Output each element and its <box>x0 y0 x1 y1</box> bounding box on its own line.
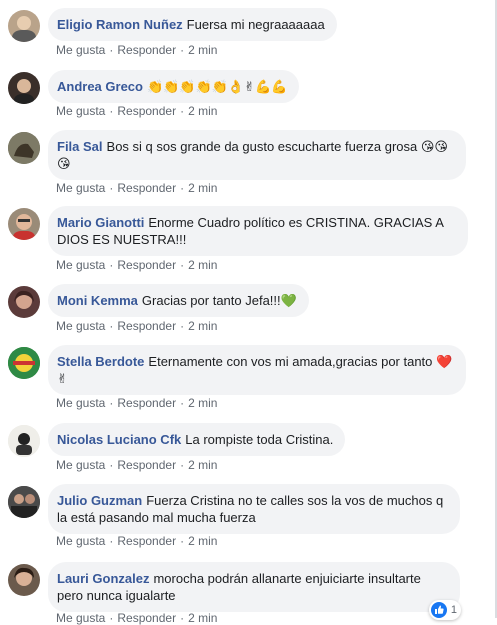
timestamp[interactable]: 2 min <box>188 258 217 272</box>
reply-link[interactable]: Responder <box>117 319 176 333</box>
comment-bubble: Eligio Ramon Nuñez Fuersa mi negraaaaaaa <box>48 8 337 41</box>
comment-bubble: Mario Gianotti Enorme Cuadro político es … <box>48 206 468 256</box>
separator: · <box>180 611 185 625</box>
reply-link[interactable]: Responder <box>117 43 176 57</box>
comment-text: Fuersa mi negraaaaaaa <box>186 17 325 32</box>
like-link[interactable]: Me gusta <box>56 534 105 548</box>
like-link[interactable]: Me gusta <box>56 181 105 195</box>
avatar[interactable] <box>8 72 40 104</box>
comment-actions: Me gusta · Responder · 2 min <box>56 319 217 333</box>
avatar[interactable] <box>8 425 40 457</box>
comment-author[interactable]: Lauri Gonzalez <box>57 571 149 586</box>
timestamp[interactable]: 2 min <box>188 534 217 548</box>
comment-actions: Me gusta · Responder · 2 min <box>56 611 217 625</box>
like-link[interactable]: Me gusta <box>56 104 105 118</box>
comment-bubble: Fila Sal Bos si q sos grande da gusto esc… <box>48 130 466 180</box>
comment-bubble: Stella Berdote Eternamente con vos mi ama… <box>48 345 466 395</box>
comment-actions: Me gusta · Responder · 2 min <box>56 43 217 57</box>
reply-link[interactable]: Responder <box>117 258 176 272</box>
comment-author[interactable]: Eligio Ramon Nuñez <box>57 17 183 32</box>
separator: · <box>180 181 185 195</box>
separator: · <box>109 396 114 410</box>
separator: · <box>109 458 114 472</box>
comment-bubble: Andrea Greco 👏👏👏👏👏👌✌💪💪 <box>48 70 300 103</box>
like-link[interactable]: Me gusta <box>56 43 105 57</box>
reply-link[interactable]: Responder <box>117 396 176 410</box>
timestamp[interactable]: 2 min <box>188 611 217 625</box>
separator: · <box>109 534 114 548</box>
avatar[interactable] <box>8 132 40 164</box>
timestamp[interactable]: 2 min <box>188 181 217 195</box>
like-link[interactable]: Me gusta <box>56 611 105 625</box>
timestamp[interactable]: 2 min <box>188 104 217 118</box>
reply-link[interactable]: Responder <box>117 458 176 472</box>
comment-author[interactable]: Fila Sal <box>57 139 103 154</box>
avatar[interactable] <box>8 286 40 318</box>
comment-actions: Me gusta · Responder · 2 min <box>56 258 217 272</box>
comment-author[interactable]: Moni Kemma <box>57 293 138 308</box>
separator: · <box>109 319 114 333</box>
like-icon <box>430 602 447 618</box>
like-link[interactable]: Me gusta <box>56 258 105 272</box>
separator: · <box>180 258 185 272</box>
separator: · <box>180 396 185 410</box>
comment-bubble: Nicolas Luciano Cfk La rompiste toda Cris… <box>48 423 346 456</box>
comment-actions: Me gusta · Responder · 2 min <box>56 458 217 472</box>
comment-bubble: Moni Kemma Gracias por tanto Jefa!!!💚 <box>48 284 309 317</box>
comment-actions: Me gusta · Responder · 2 min <box>56 396 217 410</box>
timestamp[interactable]: 2 min <box>188 396 217 410</box>
comment-text: Gracias por tanto Jefa!!!💚 <box>141 293 297 308</box>
separator: · <box>180 104 185 118</box>
separator: · <box>180 458 185 472</box>
comment-bubble: Julio Guzman Fuerza Cristina no te calles… <box>48 484 460 534</box>
comment-author[interactable]: Mario Gianotti <box>57 215 144 230</box>
comment-actions: Me gusta · Responder · 2 min <box>56 181 217 195</box>
reaction-count: 1 <box>450 604 457 616</box>
comment-author[interactable]: Andrea Greco <box>57 79 143 94</box>
comment-actions: Me gusta · Responder · 2 min <box>56 534 217 548</box>
comment-text: 👏👏👏👏👏👌✌💪💪 <box>146 79 288 94</box>
reply-link[interactable]: Responder <box>117 534 176 548</box>
separator: · <box>109 181 114 195</box>
avatar[interactable] <box>8 347 40 379</box>
reply-link[interactable]: Responder <box>117 181 176 195</box>
timestamp[interactable]: 2 min <box>188 458 217 472</box>
comment-author[interactable]: Julio Guzman <box>57 493 142 508</box>
reaction-count-badge[interactable]: 1 <box>428 600 461 620</box>
comment-actions: Me gusta · Responder · 2 min <box>56 104 217 118</box>
avatar[interactable] <box>8 208 40 240</box>
reply-link[interactable]: Responder <box>117 611 176 625</box>
avatar[interactable] <box>8 564 40 596</box>
like-link[interactable]: Me gusta <box>56 319 105 333</box>
avatar[interactable] <box>8 486 40 518</box>
separator: · <box>109 43 114 57</box>
separator: · <box>109 104 114 118</box>
comment-author[interactable]: Nicolas Luciano Cfk <box>57 432 181 447</box>
like-link[interactable]: Me gusta <box>56 396 105 410</box>
reply-link[interactable]: Responder <box>117 104 176 118</box>
timestamp[interactable]: 2 min <box>188 43 217 57</box>
comment-bubble: Lauri Gonzalez morocha podrán allanarte e… <box>48 562 460 612</box>
separator: · <box>180 43 185 57</box>
timestamp[interactable]: 2 min <box>188 319 217 333</box>
comment-text: Bos si q sos grande da gusto escucharte … <box>57 139 448 171</box>
comment-text: La rompiste toda Cristina. <box>185 432 334 447</box>
separator: · <box>180 534 185 548</box>
separator: · <box>180 319 185 333</box>
like-link[interactable]: Me gusta <box>56 458 105 472</box>
separator: · <box>109 611 114 625</box>
comment-author[interactable]: Stella Berdote <box>57 354 144 369</box>
avatar[interactable] <box>8 10 40 42</box>
separator: · <box>109 258 114 272</box>
